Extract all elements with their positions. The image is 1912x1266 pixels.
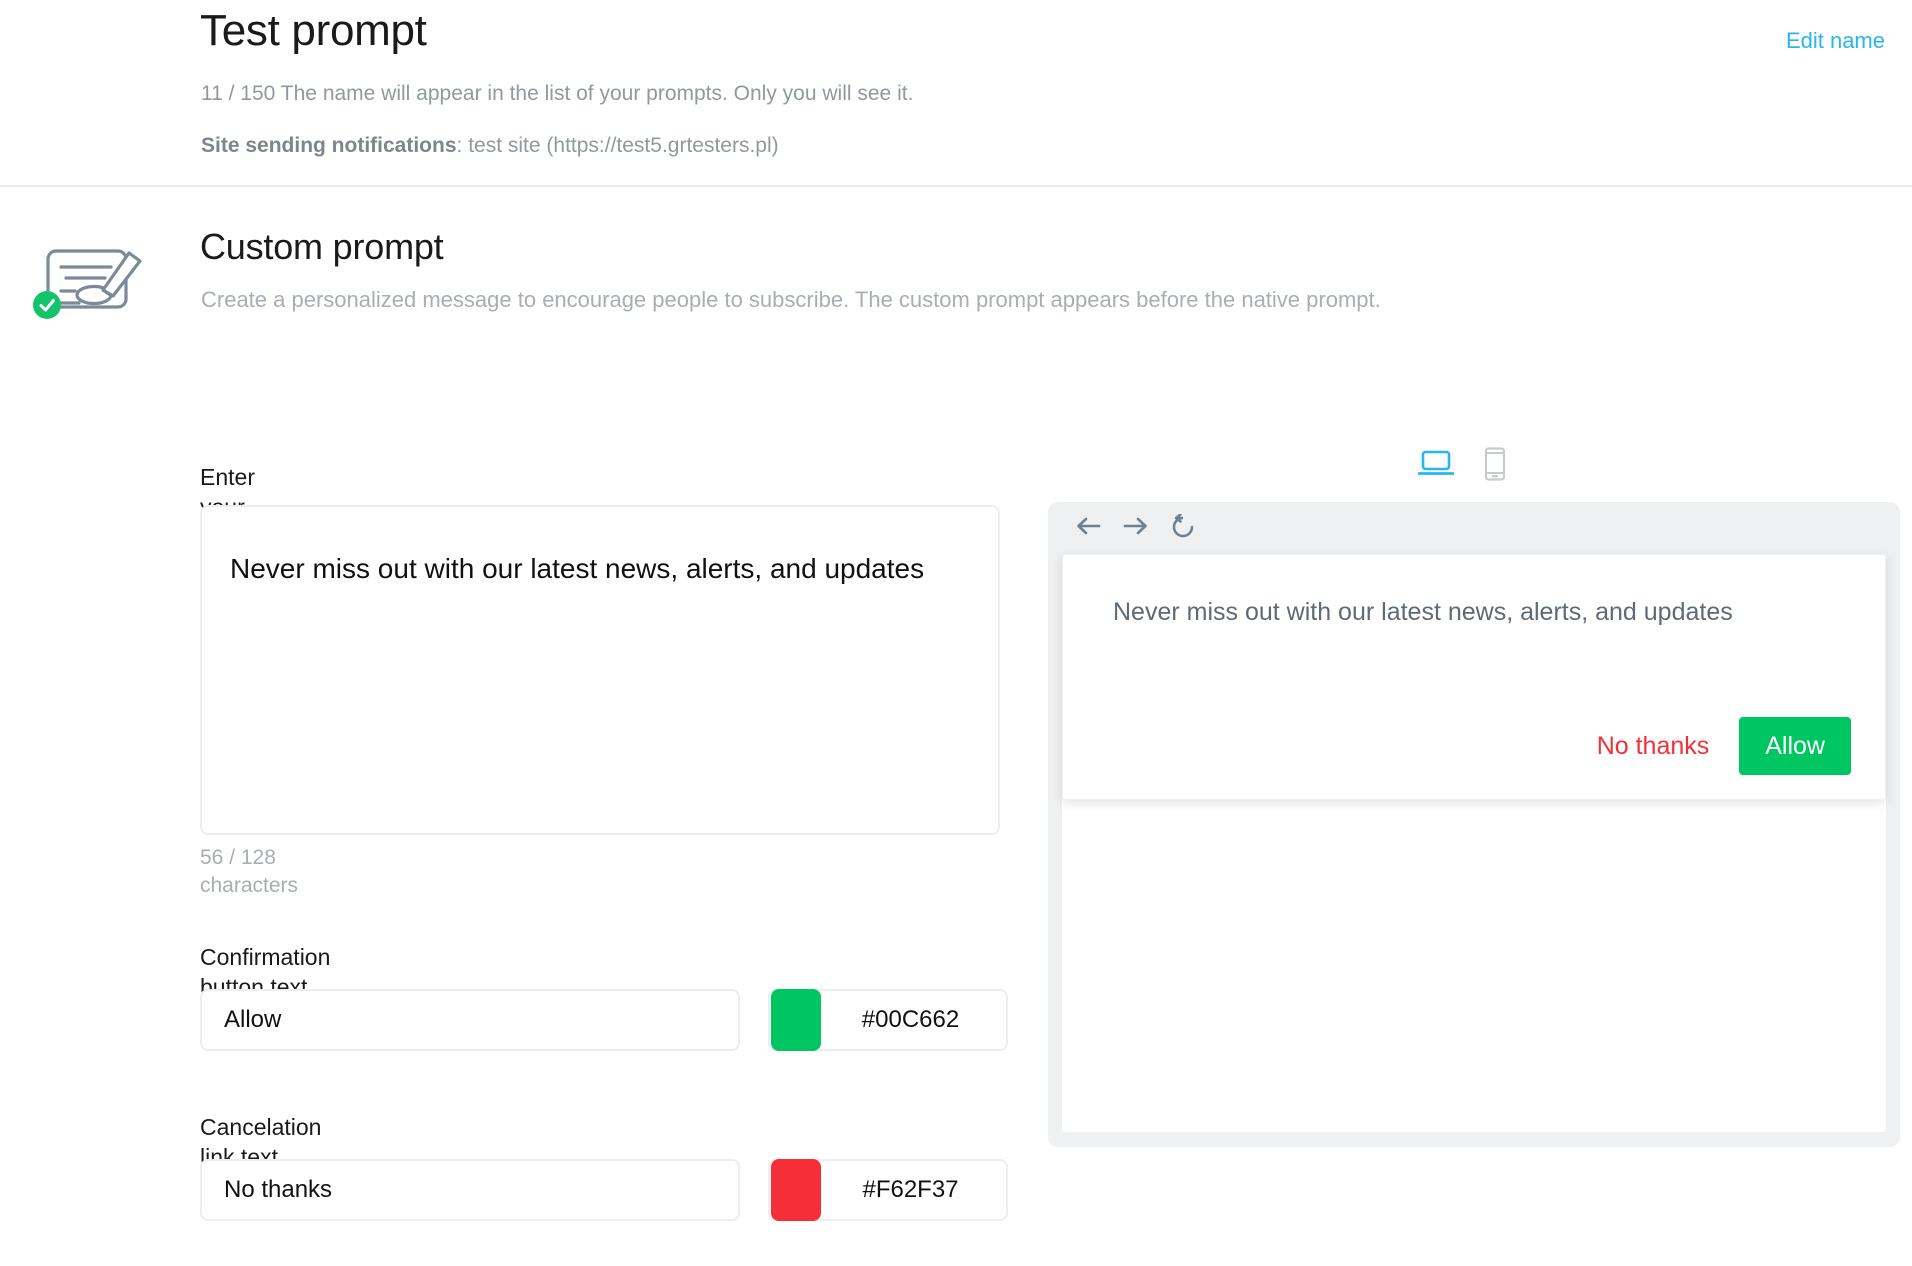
prompt-brush-icon xyxy=(33,235,151,330)
section-description: Create a personalized message to encoura… xyxy=(201,287,1381,312)
preview-prompt-message: Never miss out with our latest news, ale… xyxy=(1113,598,1733,626)
section-title: Custom prompt xyxy=(200,226,444,267)
cancelation-link-text-input[interactable] xyxy=(200,1159,740,1221)
prompt-message-input[interactable] xyxy=(200,505,1000,835)
preview-no-thanks-link[interactable]: No thanks xyxy=(1597,731,1710,761)
confirmation-color-hex: #00C662 xyxy=(861,1006,960,1033)
custom-prompt-section-header: Custom prompt Create a personalized mess… xyxy=(0,187,1912,357)
cancelation-color-swatch[interactable] xyxy=(771,1159,821,1221)
back-icon[interactable] xyxy=(1075,515,1101,542)
mobile-icon[interactable] xyxy=(1484,447,1506,486)
site-label: Site sending notifications xyxy=(201,134,457,157)
site-sending-notifications: Site sending notifications: test site (h… xyxy=(201,132,779,160)
page-title: Test prompt xyxy=(200,6,427,55)
confirmation-color-picker[interactable]: #00C662 xyxy=(768,989,1008,1051)
native-permission-prompt: Never miss out with our latest news, ale… xyxy=(1062,554,1886,800)
browser-toolbar xyxy=(1048,502,1900,554)
browser-preview-frame: Never miss out with our latest news, ale… xyxy=(1048,502,1900,1147)
forward-icon[interactable] xyxy=(1123,515,1149,542)
laptop-icon[interactable] xyxy=(1417,449,1455,484)
reload-icon[interactable] xyxy=(1171,512,1197,543)
page-header: Test prompt Edit name 11 / 150 The name … xyxy=(0,0,1912,187)
device-toggle-group xyxy=(1417,447,1506,486)
prompt-char-counter: 56 / 128 characters xyxy=(200,846,299,897)
edit-name-link[interactable]: Edit name xyxy=(1786,27,1885,55)
cancelation-color-picker[interactable]: #F62F37 xyxy=(768,1159,1008,1221)
name-counter-hint: 11 / 150 The name will appear in the lis… xyxy=(201,82,914,105)
cancelation-color-hex: #F62F37 xyxy=(862,1176,959,1203)
preview-prompt-actions: No thanks Allow xyxy=(1597,717,1851,775)
confirmation-color-swatch[interactable] xyxy=(771,989,821,1051)
site-value: : test site (https://test5.grtesters.pl) xyxy=(456,134,779,157)
preview-allow-button[interactable]: Allow xyxy=(1739,717,1851,775)
confirmation-button-text-input[interactable] xyxy=(200,989,740,1051)
